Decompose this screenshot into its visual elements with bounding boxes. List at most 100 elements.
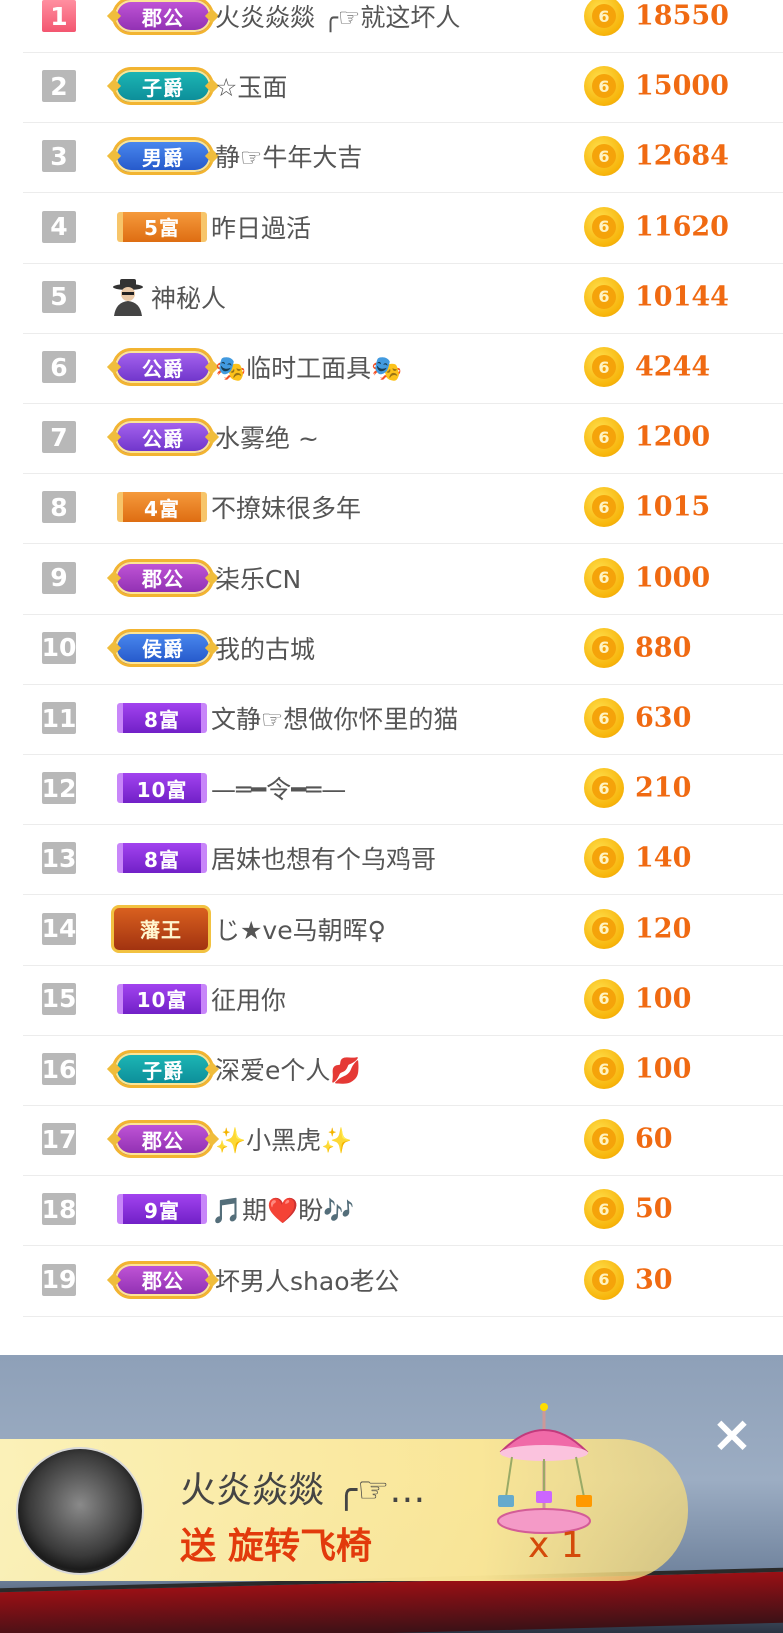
rank-number: 4 (42, 210, 76, 243)
user-name[interactable]: 我的古城 (215, 630, 315, 666)
gold-coin-icon: 6 (584, 347, 624, 387)
noble-rank-badge: 男爵 (112, 137, 214, 176)
leaderboard-row[interactable]: 2 子爵 ☆玉面 6 15000 (23, 50, 783, 124)
user-name[interactable]: 火炎焱燚 ╭☞就这坏人 (215, 0, 460, 34)
leaderboard-row[interactable]: 9 郡公 柒乐CN 6 1000 (23, 542, 783, 615)
user-name[interactable]: 居妹也想有个乌鸡哥 (211, 840, 436, 876)
user-name[interactable]: 水雾绝 ~ (215, 419, 319, 455)
rank-number: 11 (41, 702, 77, 734)
rank-number: 19 (41, 1263, 77, 1296)
rank-number: 6 (42, 351, 76, 383)
user-name[interactable]: 🎵期❤️盼🎶 (211, 1191, 354, 1227)
coin-glyph: 6 (592, 425, 616, 450)
leaderboard-row[interactable]: 5 神秘人 6 10144 (23, 261, 783, 334)
leaderboard-row[interactable]: 11 8富 文静☞想做你怀里的猫 6 630 (23, 682, 783, 755)
coin-glyph: 6 (592, 635, 616, 660)
leaderboard-row[interactable]: 13 8富 居妹也想有个乌鸡哥 6 140 (23, 822, 783, 896)
user-name[interactable]: 不撩妹很多年 (211, 489, 361, 525)
user-name[interactable]: 神秘人 (151, 279, 226, 315)
leaderboard-row[interactable]: 12 10富 —═━令━═— 6 210 (23, 752, 783, 826)
leaderboard-row[interactable]: 14 藩王 じ★ve马朝晖♀ 6 120 (23, 893, 783, 966)
wealth-level-badge: 4富 (117, 492, 207, 523)
noble-rank-badge: 郡公 (112, 558, 214, 597)
user-name[interactable]: —═━令━═— (211, 770, 346, 806)
carousel-gift-icon (497, 1403, 592, 1534)
coin-glyph: 6 (592, 284, 616, 309)
user-name[interactable]: 🎭临时工面具🎭 (215, 349, 402, 385)
rank-number: 13 (41, 842, 77, 875)
rank-number: 9 (42, 561, 76, 594)
rank-number: 3 (42, 140, 76, 173)
contribution-amount: 10144 (635, 281, 729, 313)
coin-glyph: 6 (592, 4, 616, 28)
noble-rank-badge: 公爵 (112, 418, 214, 457)
contribution-amount: 4244 (635, 351, 711, 383)
coin-glyph: 6 (592, 706, 616, 730)
gold-coin-icon: 6 (584, 768, 624, 809)
leaderboard-row[interactable]: 18 9富 🎵期❤️盼🎶 6 50 (23, 1173, 783, 1247)
leaderboard-row[interactable]: 19 郡公 坏男人shao老公 6 30 (23, 1244, 783, 1317)
wealth-level-badge: 8富 (117, 843, 207, 874)
rank-number: 12 (41, 772, 77, 805)
leaderboard-row[interactable]: 1 郡公 火炎焱燚 ╭☞就这坏人 6 18550 (23, 0, 783, 53)
sender-avatar[interactable] (16, 1447, 144, 1575)
contribution-amount: 60 (635, 1123, 673, 1155)
coin-glyph: 6 (592, 1127, 616, 1152)
contribution-amount: 15000 (635, 70, 729, 102)
user-name[interactable]: 深爱e个人💋 (215, 1051, 362, 1087)
leaderboard-row[interactable]: 16 子爵 深爱e个人💋 6 100 (23, 1033, 783, 1106)
wealth-level-badge: 8富 (117, 703, 207, 733)
gold-coin-icon: 6 (584, 206, 624, 247)
contribution-amount: 1200 (635, 421, 711, 453)
coin-glyph: 6 (592, 214, 616, 239)
gift-sender-name: 火炎焱燚 ╭☞… (180, 1470, 426, 1511)
contribution-amount: 120 (635, 913, 692, 945)
gold-coin-icon: 6 (584, 487, 624, 528)
leaderboard-row[interactable]: 7 公爵 水雾绝 ~ 6 1200 (23, 401, 783, 475)
contribution-amount: 100 (635, 983, 692, 1015)
leaderboard-row[interactable]: 10 侯爵 我的古城 6 880 (23, 612, 783, 685)
user-name[interactable]: 文静☞想做你怀里的猫 (211, 700, 458, 736)
noble-rank-badge: 子爵 (112, 67, 214, 106)
user-name[interactable]: 柒乐CN (215, 560, 301, 596)
user-name[interactable]: ☆玉面 (215, 68, 287, 104)
noble-rank-badge: 郡公 (112, 1120, 214, 1159)
leaderboard-row[interactable]: 6 公爵 🎭临时工面具🎭 6 4244 (23, 331, 783, 404)
leaderboard-row[interactable]: 4 5富 昨日過活 6 11620 (23, 191, 783, 264)
user-name[interactable]: ✨小黑虎✨ (215, 1121, 352, 1157)
user-name[interactable]: 静☞牛年大吉 (215, 138, 362, 174)
close-icon[interactable]: × (708, 1409, 756, 1459)
rank-number: 17 (41, 1123, 77, 1156)
gold-coin-icon: 6 (584, 0, 624, 36)
gift-notification-banner: 火炎焱燚 ╭☞… 送旋转飞椅 x 1 (0, 1403, 688, 1581)
rank-number: 14 (41, 912, 77, 945)
noble-rank-badge: 郡公 (112, 1260, 214, 1299)
gift-verb: 送 (180, 1526, 217, 1567)
contribution-leaderboard: 1 郡公 火炎焱燚 ╭☞就这坏人 6 18550 2 子爵 ☆玉面 6 15000 3 男爵 静☞牛年大… (0, 0, 783, 1355)
contribution-amount: 1000 (635, 562, 711, 594)
rank-number: 1 (42, 0, 76, 32)
gold-coin-icon: 6 (584, 66, 624, 107)
leaderboard-row[interactable]: 15 10富 征用你 6 100 (23, 963, 783, 1036)
gift-name: 旋转飞椅 (228, 1526, 373, 1567)
mystery-person-icon (113, 278, 143, 316)
user-name[interactable]: 昨日過活 (211, 209, 311, 245)
leaderboard-row[interactable]: 3 男爵 静☞牛年大吉 6 12684 (23, 120, 783, 194)
user-name[interactable]: じ★ve马朝晖♀ (215, 911, 386, 947)
gift-count: x 1 (528, 1525, 584, 1566)
leaderboard-row[interactable]: 8 4富 不撩妹很多年 6 1015 (23, 471, 783, 545)
coin-glyph: 6 (592, 1197, 616, 1222)
coin-glyph: 6 (592, 986, 616, 1011)
gold-coin-icon: 6 (584, 1119, 624, 1160)
rank-number: 16 (41, 1053, 77, 1085)
user-name[interactable]: 坏男人shao老公 (215, 1262, 400, 1298)
coin-glyph: 6 (592, 565, 616, 590)
contribution-amount: 11620 (635, 211, 729, 243)
contribution-amount: 12684 (635, 140, 729, 172)
leaderboard-row[interactable]: 17 郡公 ✨小黑虎✨ 6 60 (23, 1103, 783, 1177)
user-name[interactable]: 征用你 (211, 981, 286, 1017)
coin-glyph: 6 (592, 144, 616, 169)
live-video-background: 火炎焱燚 ╭☞… 送旋转飞椅 x 1 × (0, 1355, 783, 1633)
rank-number: 10 (41, 631, 77, 664)
contribution-amount: 30 (635, 1264, 673, 1296)
